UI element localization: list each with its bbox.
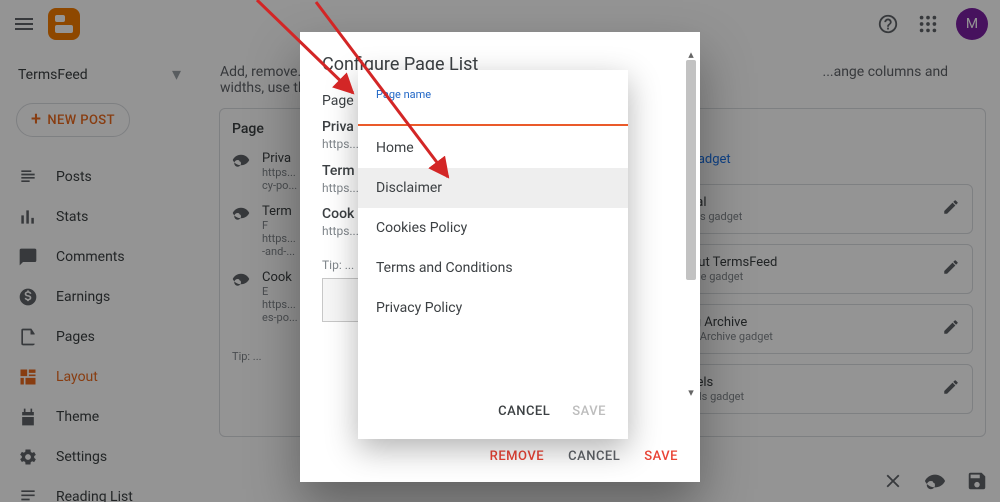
page-option-privacy-policy[interactable]: Privacy Policy xyxy=(358,288,628,328)
dropdown-save-button[interactable]: SAVE xyxy=(572,404,606,419)
page-name-field[interactable]: Page name xyxy=(358,70,628,126)
dropdown-cancel-button[interactable]: CANCEL xyxy=(498,404,550,419)
page-option-home[interactable]: Home xyxy=(358,128,628,168)
scroll-down-icon[interactable]: ▾ xyxy=(685,386,697,398)
page-option-cookies-policy[interactable]: Cookies Policy xyxy=(358,208,628,248)
page-option-disclaimer[interactable]: Disclaimer xyxy=(358,168,628,208)
scroll-thumb[interactable] xyxy=(686,60,696,280)
save-button[interactable]: SAVE xyxy=(644,449,678,464)
dialog-scrollbar[interactable]: ▴ ▾ xyxy=(684,54,698,392)
remove-button[interactable]: REMOVE xyxy=(490,449,544,464)
page-name-label: Page name xyxy=(376,88,431,101)
page-name-dropdown: Page name HomeDisclaimerCookies PolicyTe… xyxy=(358,70,628,439)
page-option-terms-and-conditions[interactable]: Terms and Conditions xyxy=(358,248,628,288)
cancel-button[interactable]: CANCEL xyxy=(568,449,620,464)
scroll-up-icon[interactable]: ▴ xyxy=(685,48,697,60)
